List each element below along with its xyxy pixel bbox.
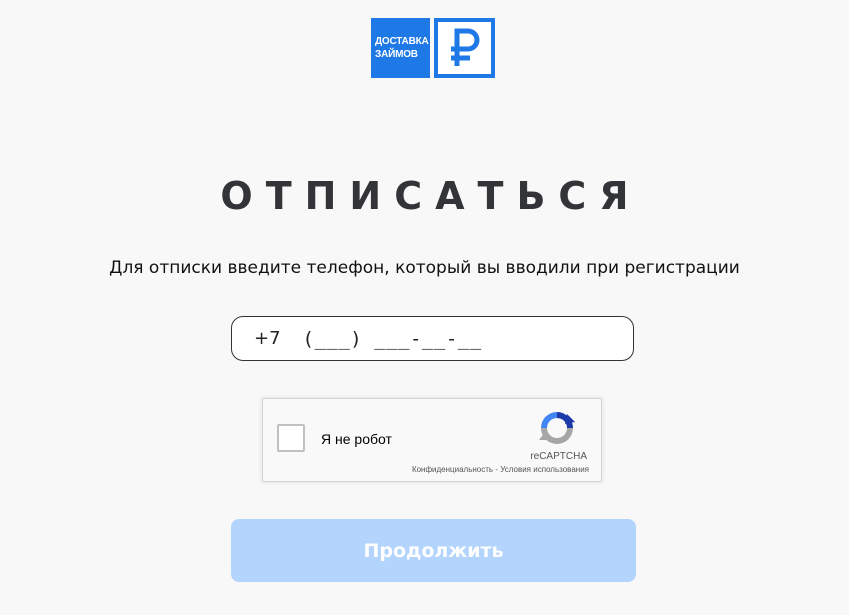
unsubscribe-page: ДОСТАВКА ЗАЙМОВ ОТПИСАТЬСЯ Для отписки в… bbox=[0, 0, 849, 615]
recaptcha-checkbox[interactable] bbox=[277, 424, 305, 452]
phone-mask: (___) ___-__-__ bbox=[302, 327, 482, 350]
recaptcha-links: Конфиденциальность - Условия использован… bbox=[412, 465, 589, 474]
continue-button[interactable]: Продолжить bbox=[231, 519, 636, 582]
logo-line-1: ДОСТАВКА bbox=[375, 36, 429, 47]
logo-wordmark: ДОСТАВКА ЗАЙМОВ bbox=[371, 18, 430, 78]
ruble-sign-icon bbox=[438, 22, 491, 74]
page-title: ОТПИСАТЬСЯ bbox=[220, 174, 642, 218]
recaptcha-brand: reCAPTCHA bbox=[530, 451, 587, 462]
logo-mark bbox=[434, 18, 495, 78]
recaptcha-label: Я не робот bbox=[321, 431, 392, 447]
phone-input[interactable]: +7 (___) ___-__-__ bbox=[231, 316, 634, 361]
phone-country-code: +7 bbox=[254, 328, 281, 349]
terms-link[interactable]: Условия использования bbox=[500, 465, 589, 474]
recaptcha-widget: Я не робот reCAPTCHA Конфиденциальность … bbox=[262, 398, 602, 482]
recaptcha-icon bbox=[537, 408, 577, 448]
logo[interactable]: ДОСТАВКА ЗАЙМОВ bbox=[371, 18, 495, 78]
logo-line-2: ЗАЙМОВ bbox=[375, 49, 418, 60]
privacy-link[interactable]: Конфиденциальность bbox=[412, 465, 493, 474]
page-subtitle: Для отписки введите телефон, который вы … bbox=[109, 258, 740, 278]
